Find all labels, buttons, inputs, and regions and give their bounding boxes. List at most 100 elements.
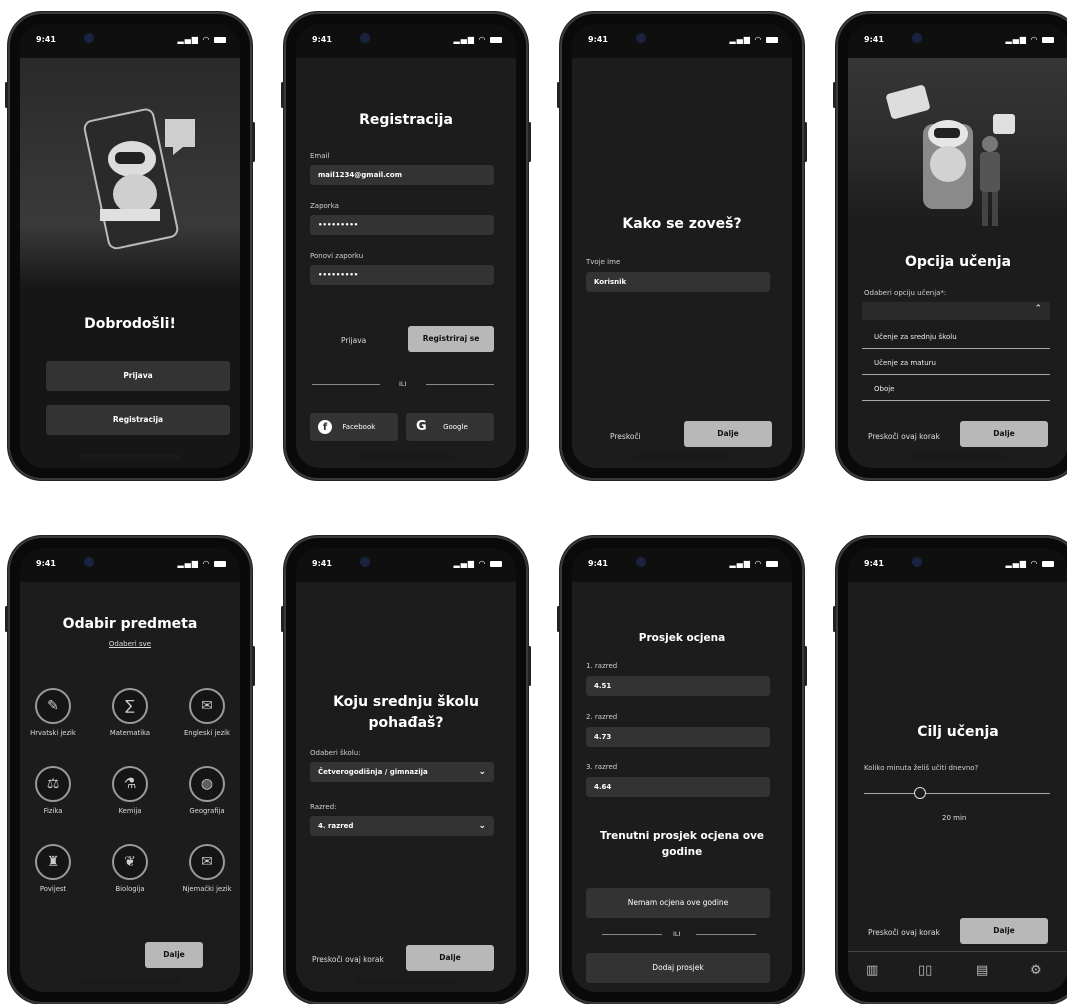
option-item[interactable]: Učenje za maturu	[862, 350, 1050, 375]
or-separator: ILI	[673, 930, 681, 938]
page-title: Kako se zoveš?	[622, 216, 742, 232]
screen: 9:41 ▂▄▆ ◠ Prosjek ocjena 1. razred 4.51…	[572, 548, 792, 992]
password-field[interactable]: •••••••••	[310, 215, 494, 235]
option-item[interactable]: Oboje	[862, 376, 1050, 401]
status-icons: ▂▄▆ ◠	[453, 559, 502, 568]
skip-link[interactable]: Preskoči ovaj korak	[868, 928, 940, 937]
facebook-button[interactable]: f Facebook	[310, 413, 398, 441]
subject-tile[interactable]: ◍ Geografija	[182, 766, 232, 815]
subject-tile[interactable]: ✉ Njemački jezik	[182, 844, 232, 893]
slider-track	[864, 793, 1050, 794]
home-indicator	[356, 454, 456, 460]
screen: 9:41 ▂▄▆ ◠ Odabir predmeta Odaberi sve ✎…	[20, 548, 240, 992]
facebook-icon: f	[318, 420, 332, 434]
grade-1-label: 1. razred	[586, 662, 618, 670]
subject-name: Povijest	[39, 885, 67, 893]
status-icons: ▂▄▆ ◠	[729, 35, 778, 44]
welcome-title: Dobrodošli!	[84, 316, 176, 332]
slider-value: 20 min	[942, 814, 967, 822]
minutes-slider[interactable]	[864, 786, 1050, 802]
phone-learning-option: 9:41 ▂▄▆ ◠ Opcija učenja Odaberi opciju …	[833, 12, 1067, 480]
subject-tile[interactable]: ⚗ Kemija	[105, 766, 155, 815]
option-item[interactable]: Učenje za srednju školu	[862, 324, 1050, 349]
divider-right	[426, 384, 494, 385]
register-submit-button[interactable]: Registriraj se	[408, 326, 494, 352]
no-grades-button[interactable]: Nemam ocjena ove godine	[586, 888, 770, 918]
google-button[interactable]: G Google	[406, 413, 494, 441]
camera-notch	[84, 557, 94, 567]
screen: 9:41 ▂▄▆ ◠ Koju srednju školu pohađaš? O…	[296, 548, 516, 992]
grade-1-field[interactable]: 4.51	[586, 676, 770, 696]
subject-name: Engleski jezik	[184, 729, 230, 737]
status-bar: 9:41 ▂▄▆ ◠	[20, 24, 240, 58]
status-icons: ▂▄▆ ◠	[177, 35, 226, 44]
camera-notch	[912, 557, 922, 567]
grade-2-field[interactable]: 4.73	[586, 727, 770, 747]
email-field[interactable]: mail1234@gmail.com	[310, 165, 494, 185]
phone-name: 9:41 ▂▄▆ ◠ Kako se zoveš? Tvoje ime Kori…	[557, 12, 807, 480]
email-label: Email	[310, 152, 330, 160]
chevron-down-icon: ⌄	[478, 767, 486, 777]
next-button[interactable]: Dalje	[684, 421, 772, 447]
name-field[interactable]: Korisnik	[586, 272, 770, 292]
skip-link[interactable]: Preskoči ovaj korak	[312, 955, 384, 964]
repeat-password-field[interactable]: •••••••••	[310, 265, 494, 285]
subject-tile[interactable]: ⚖ Fizika	[28, 766, 78, 815]
school-select[interactable]: Četverogodišnja / gimnazija ⌄	[310, 762, 494, 782]
subject-tile[interactable]: ❦ Biologija	[105, 844, 155, 893]
phone-registration: 9:41 ▂▄▆ ◠ Registracija Email mail1234@g…	[281, 12, 531, 480]
grade-label: Razred:	[310, 803, 337, 811]
notes-icon[interactable]: ▤	[976, 963, 988, 978]
phone-welcome: 9:41 ▂▄▆ ◠ Dobrodošli! Prijava Registrac…	[5, 12, 255, 480]
grade-select[interactable]: 4. razred ⌄	[310, 816, 494, 836]
select-all-link[interactable]: Odaberi sve	[20, 640, 240, 648]
grade-3-field[interactable]: 4.64	[586, 777, 770, 797]
subject-tile[interactable]: ✉ Engleski jezik	[182, 688, 232, 737]
phone-school: 9:41 ▂▄▆ ◠ Koju srednju školu pohađaš? O…	[281, 536, 531, 1004]
repeat-password-label: Ponovi zaporku	[310, 252, 364, 260]
divider-right	[696, 934, 756, 935]
robot-student-illustration	[886, 85, 1015, 226]
camera-notch	[912, 33, 922, 43]
biology-icon: ❦	[112, 844, 148, 880]
gear-icon[interactable]: ⚙	[1030, 963, 1042, 978]
login-link[interactable]: Prijava	[341, 336, 366, 345]
status-time: 9:41	[864, 35, 884, 44]
status-bar: 9:41 ▂▄▆ ◠	[848, 24, 1067, 58]
next-button[interactable]: Dalje	[960, 421, 1048, 447]
next-button[interactable]: Dalje	[960, 918, 1048, 944]
bottom-navigation: ▥ ▯▯ ▤ ⚙	[848, 951, 1067, 992]
chart-icon[interactable]: ▥	[866, 963, 878, 978]
add-average-button[interactable]: Dodaj prosjek	[586, 953, 770, 983]
literature-icon: ✎	[35, 688, 71, 724]
camera-notch	[360, 33, 370, 43]
grade-value: 4. razred	[318, 822, 354, 830]
skip-link[interactable]: Preskoči ovaj korak	[868, 432, 940, 441]
next-button[interactable]: Dalje	[406, 945, 494, 971]
option-dropdown[interactable]: ⌃	[862, 302, 1050, 320]
login-button[interactable]: Prijava	[46, 361, 230, 391]
geography-icon: ◍	[189, 766, 225, 802]
status-time: 9:41	[36, 35, 56, 44]
screen: 9:41 ▂▄▆ ◠ Dobrodošli! Prijava Registrac…	[20, 24, 240, 468]
subject-tile[interactable]: ∑ Matematika	[105, 688, 155, 737]
home-indicator	[356, 978, 456, 984]
subject-tile[interactable]: ♜ Povijest	[28, 844, 78, 893]
option-label: Odaberi opciju učenja*:	[864, 289, 947, 297]
book-icon[interactable]: ▯▯	[918, 963, 932, 978]
grade-2-label: 2. razred	[586, 713, 618, 721]
page-title: Odabir predmeta	[62, 616, 198, 632]
subject-name: Hrvatski jezik	[30, 729, 76, 737]
next-button[interactable]: Dalje	[145, 942, 203, 968]
slider-thumb[interactable]	[913, 787, 926, 799]
status-time: 9:41	[312, 35, 332, 44]
status-time: 9:41	[312, 559, 332, 568]
english-icon: ✉	[189, 688, 225, 724]
camera-notch	[360, 557, 370, 567]
register-button[interactable]: Registracija	[46, 405, 230, 435]
subject-tile[interactable]: ✎ Hrvatski jezik	[28, 688, 78, 737]
facebook-label: Facebook	[342, 423, 376, 431]
password-label: Zaporka	[310, 202, 339, 210]
skip-link[interactable]: Preskoči	[610, 432, 641, 441]
robot-illustration	[83, 108, 195, 250]
